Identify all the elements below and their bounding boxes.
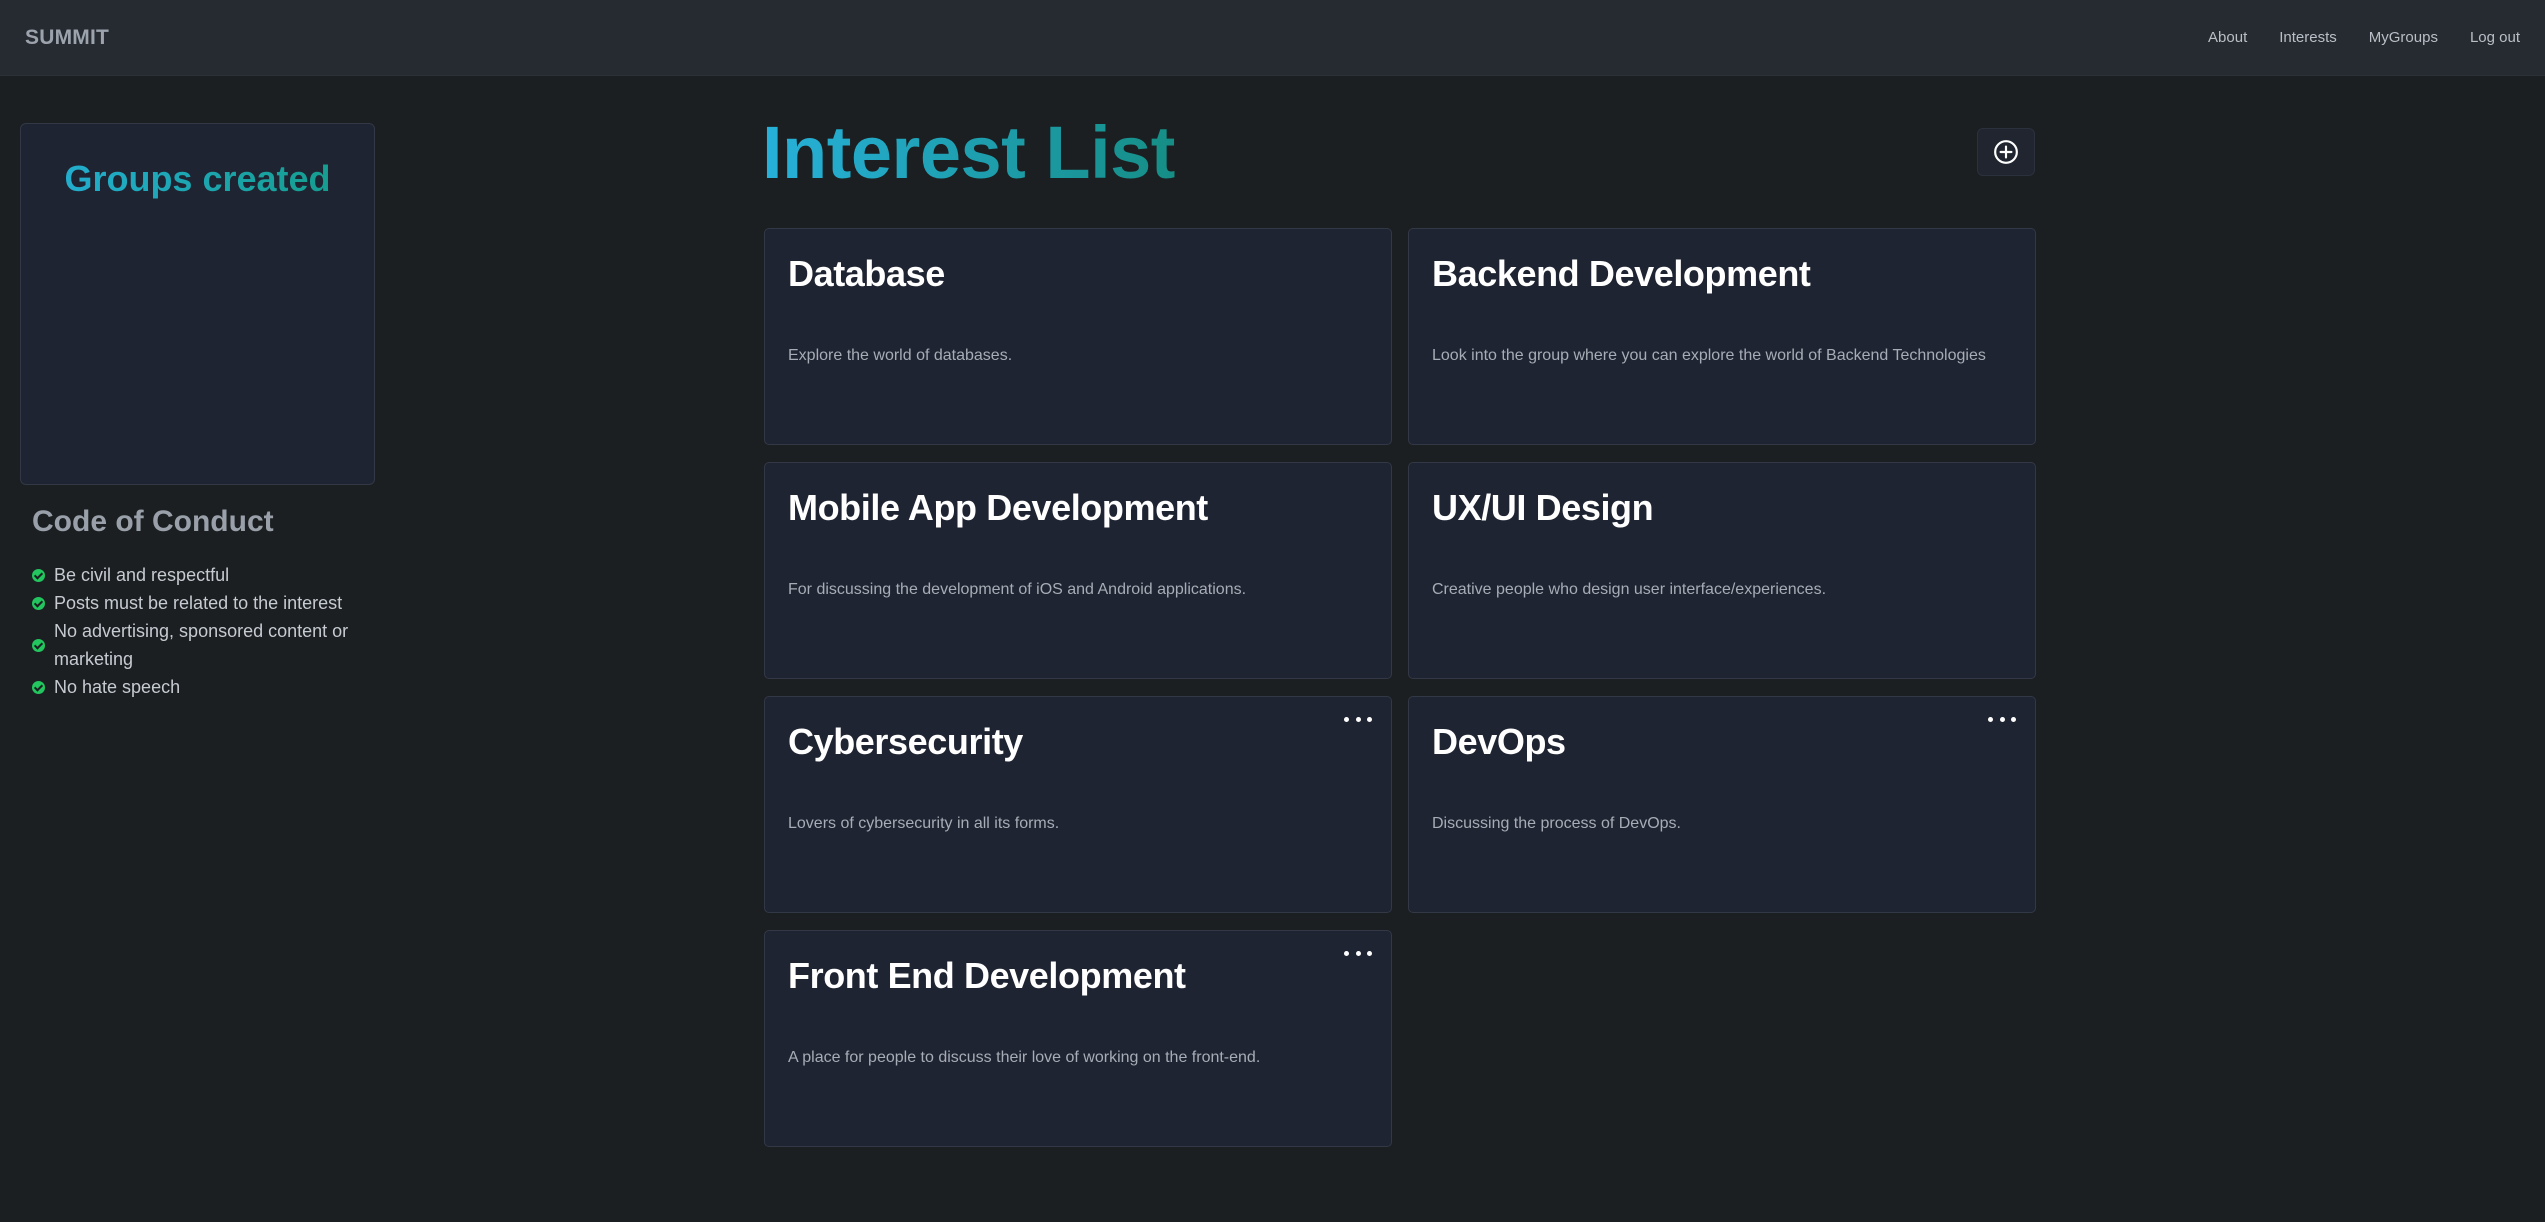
interest-description: Lovers of cybersecurity in all its forms…	[788, 815, 1060, 832]
rule-text: Be civil and respectful	[54, 565, 230, 585]
interest-card-mobile-app-development[interactable]: Mobile App Development For discussing th…	[764, 462, 1392, 679]
interest-description: A place for people to discuss their love…	[788, 1049, 1261, 1066]
nav-link-interests[interactable]: Interests	[2279, 29, 2337, 46]
code-of-conduct-list: Be civil and respectful Posts must be re…	[32, 561, 377, 701]
code-of-conduct-title: Code of Conduct	[32, 505, 274, 538]
nav-link-mygroups[interactable]: MyGroups	[2369, 29, 2438, 46]
groups-created-panel: Groups created	[20, 123, 375, 485]
rule-text: Posts must be related to the interest	[54, 593, 343, 613]
page-title: Interest List	[762, 108, 1175, 198]
interest-title: DevOps	[1432, 721, 1566, 762]
brand-logo[interactable]: SUMMIT	[25, 26, 109, 50]
rule-item: No advertising, sponsored content or mar…	[32, 617, 377, 673]
interest-description: Look into the group where you can explor…	[1432, 347, 1986, 364]
more-dot	[1344, 716, 1349, 722]
groups-created-title: Groups created	[21, 158, 374, 200]
more-options-button[interactable]	[1344, 711, 1372, 727]
interest-description: Creative people who design user interfac…	[1432, 581, 1827, 598]
more-dot	[1355, 716, 1361, 722]
interest-description: Discussing the process of DevOps.	[1432, 815, 1681, 832]
interest-card-ux-ui-design[interactable]: UX/UI Design Creative people who design …	[1408, 462, 2036, 679]
check-circle-icon	[32, 568, 45, 582]
interest-description: Explore the world of databases.	[788, 347, 1013, 364]
check-circle-icon	[32, 638, 45, 652]
interest-card-backend-development[interactable]: Backend Development Look into the group …	[1408, 228, 2036, 445]
more-dot	[1344, 950, 1349, 956]
check-circle-icon	[32, 680, 45, 694]
nav-link-about[interactable]: About	[2208, 29, 2247, 46]
rule-item: No hate speech	[32, 673, 377, 701]
rule-item: Be civil and respectful	[32, 561, 377, 589]
more-dot	[1988, 716, 1993, 722]
rule-text: No advertising, sponsored content or mar…	[54, 621, 349, 669]
top-navbar: SUMMIT About Interests MyGroups Log out	[0, 0, 2545, 76]
add-interest-button[interactable]	[1977, 128, 2035, 176]
more-dot	[2011, 716, 2016, 722]
interest-description: For discussing the development of iOS an…	[788, 581, 1247, 598]
check-circle-icon	[32, 596, 45, 610]
interest-title: Backend Development	[1432, 253, 1811, 294]
interest-title: Database	[788, 253, 945, 294]
interest-title: UX/UI Design	[1432, 487, 1654, 528]
more-dot	[1999, 716, 2005, 722]
more-options-button[interactable]	[1344, 945, 1372, 961]
plus-circle-icon	[1994, 140, 2018, 164]
code-of-conduct: Code of Conduct Be civil and respectful …	[32, 505, 377, 701]
more-dot	[1367, 950, 1372, 956]
interest-title: Front End Development	[788, 955, 1186, 996]
interest-card-cybersecurity[interactable]: Cybersecurity Lovers of cybersecurity in…	[764, 696, 1392, 913]
interest-title: Cybersecurity	[788, 721, 1023, 762]
interest-card-front-end-development[interactable]: Front End Development A place for people…	[764, 930, 1392, 1147]
interest-card-database[interactable]: Database Explore the world of databases.	[764, 228, 1392, 445]
interest-card-devops[interactable]: DevOps Discussing the process of DevOps.	[1408, 696, 2036, 913]
interest-title: Mobile App Development	[788, 487, 1208, 528]
rule-item: Posts must be related to the interest	[32, 589, 377, 617]
nav-link-logout[interactable]: Log out	[2470, 29, 2520, 46]
more-dot	[1355, 950, 1361, 956]
nav-links: About Interests MyGroups Log out	[2176, 29, 2520, 46]
more-dot	[1367, 716, 1372, 722]
rule-text: No hate speech	[54, 677, 181, 697]
more-options-button[interactable]	[1988, 711, 2016, 727]
